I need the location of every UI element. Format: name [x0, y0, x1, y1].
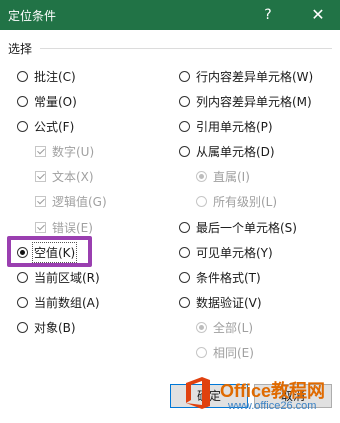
- option-logicals: 逻辑值(G): [35, 192, 107, 210]
- option-direct-only: 直属(I): [196, 167, 250, 185]
- option-column-differences[interactable]: 列内容差异单元格(M): [179, 92, 312, 110]
- radio-row-differences[interactable]: [179, 70, 190, 82]
- checkbox-errors: [35, 221, 46, 233]
- option-formulas-label: 公式(F): [34, 119, 75, 134]
- radio-conditional-formats[interactable]: [179, 271, 190, 283]
- option-all-levels: 所有级别(L): [196, 192, 277, 210]
- office-logo-icon: [186, 377, 210, 409]
- option-numbers-label: 数字(U): [52, 144, 95, 159]
- option-text: 文本(X): [35, 167, 94, 185]
- option-validation-all: 全部(L): [196, 318, 253, 336]
- option-formulas[interactable]: 公式(F): [17, 117, 74, 135]
- option-constants-label: 常量(O): [34, 94, 77, 109]
- option-objects[interactable]: 对象(B): [17, 318, 76, 336]
- option-conditional-formats-label: 条件格式(T): [196, 270, 261, 285]
- office26-watermark: Office教程网 www.office26.com: [182, 374, 340, 418]
- option-data-validation[interactable]: 数据验证(V): [179, 293, 262, 311]
- radio-validation-same: [196, 346, 207, 358]
- group-divider: [40, 48, 332, 49]
- radio-visible-cells[interactable]: [179, 246, 190, 258]
- option-all-levels-label: 所有级别(L): [213, 194, 278, 209]
- watermark-url: www.office26.com: [228, 400, 317, 412]
- option-visible-cells-label: 可见单元格(Y): [196, 245, 273, 260]
- radio-data-validation[interactable]: [179, 296, 190, 308]
- option-column-differences-label: 列内容差异单元格(M): [196, 94, 312, 109]
- option-errors-label: 错误(E): [52, 220, 93, 235]
- option-comments-label: 批注(C): [34, 69, 76, 84]
- radio-column-differences[interactable]: [179, 95, 190, 107]
- dialog-title: 定位条件: [8, 9, 57, 23]
- radio-dependents[interactable]: [179, 145, 190, 157]
- radio-objects[interactable]: [17, 321, 28, 333]
- option-text-label: 文本(X): [52, 169, 94, 184]
- option-dependents[interactable]: 从属单元格(D): [179, 142, 275, 160]
- go-to-special-dialog: 定位条件 ? ✕ 选择 批注(C) 常量(O) 公式(F) 数字(U) 文本(X…: [0, 0, 340, 423]
- option-current-region[interactable]: 当前区域(R): [17, 268, 100, 286]
- radio-all-levels: [196, 195, 207, 207]
- option-last-cell[interactable]: 最后一个单元格(S): [179, 218, 297, 236]
- radio-formulas[interactable]: [17, 120, 28, 132]
- radio-direct-only: [196, 170, 207, 182]
- radio-precedents[interactable]: [179, 120, 190, 132]
- help-button[interactable]: ?: [253, 0, 283, 30]
- radio-current-region[interactable]: [17, 271, 28, 283]
- option-validation-same-label: 相同(E): [213, 345, 254, 360]
- radio-constants[interactable]: [17, 95, 28, 107]
- title-bar: 定位条件 ? ✕: [0, 0, 340, 30]
- checkbox-logicals: [35, 195, 46, 207]
- option-constants[interactable]: 常量(O): [17, 92, 77, 110]
- option-objects-label: 对象(B): [34, 320, 76, 335]
- option-validation-same: 相同(E): [196, 343, 254, 361]
- option-conditional-formats[interactable]: 条件格式(T): [179, 268, 261, 286]
- option-current-array-label: 当前数组(A): [34, 295, 100, 310]
- option-logicals-label: 逻辑值(G): [52, 194, 107, 209]
- radio-comments[interactable]: [17, 70, 28, 82]
- close-button[interactable]: ✕: [303, 0, 333, 30]
- option-precedents-label: 引用单元格(P): [196, 119, 273, 134]
- option-row-differences-label: 行内容差异单元格(W): [196, 69, 314, 84]
- select-group-label: 选择: [8, 42, 33, 56]
- option-precedents[interactable]: 引用单元格(P): [179, 117, 273, 135]
- option-current-array[interactable]: 当前数组(A): [17, 293, 100, 311]
- option-data-validation-label: 数据验证(V): [196, 295, 262, 310]
- option-validation-all-label: 全部(L): [213, 320, 254, 335]
- checkbox-text: [35, 170, 46, 182]
- radio-last-cell[interactable]: [179, 221, 190, 233]
- option-current-region-label: 当前区域(R): [34, 270, 100, 285]
- radio-current-array[interactable]: [17, 296, 28, 308]
- checkbox-numbers: [35, 145, 46, 157]
- option-blanks[interactable]: 空值(K): [17, 241, 78, 263]
- option-numbers: 数字(U): [35, 142, 94, 160]
- radio-blanks[interactable]: [17, 246, 28, 258]
- radio-validation-all: [196, 321, 207, 333]
- option-row-differences[interactable]: 行内容差异单元格(W): [179, 67, 313, 85]
- option-direct-only-label: 直属(I): [213, 169, 250, 184]
- option-blanks-label: 空值(K): [31, 241, 78, 263]
- option-dependents-label: 从属单元格(D): [196, 144, 275, 159]
- option-comments[interactable]: 批注(C): [17, 67, 76, 85]
- option-visible-cells[interactable]: 可见单元格(Y): [179, 243, 273, 261]
- option-last-cell-label: 最后一个单元格(S): [196, 220, 297, 235]
- option-errors: 错误(E): [35, 218, 93, 236]
